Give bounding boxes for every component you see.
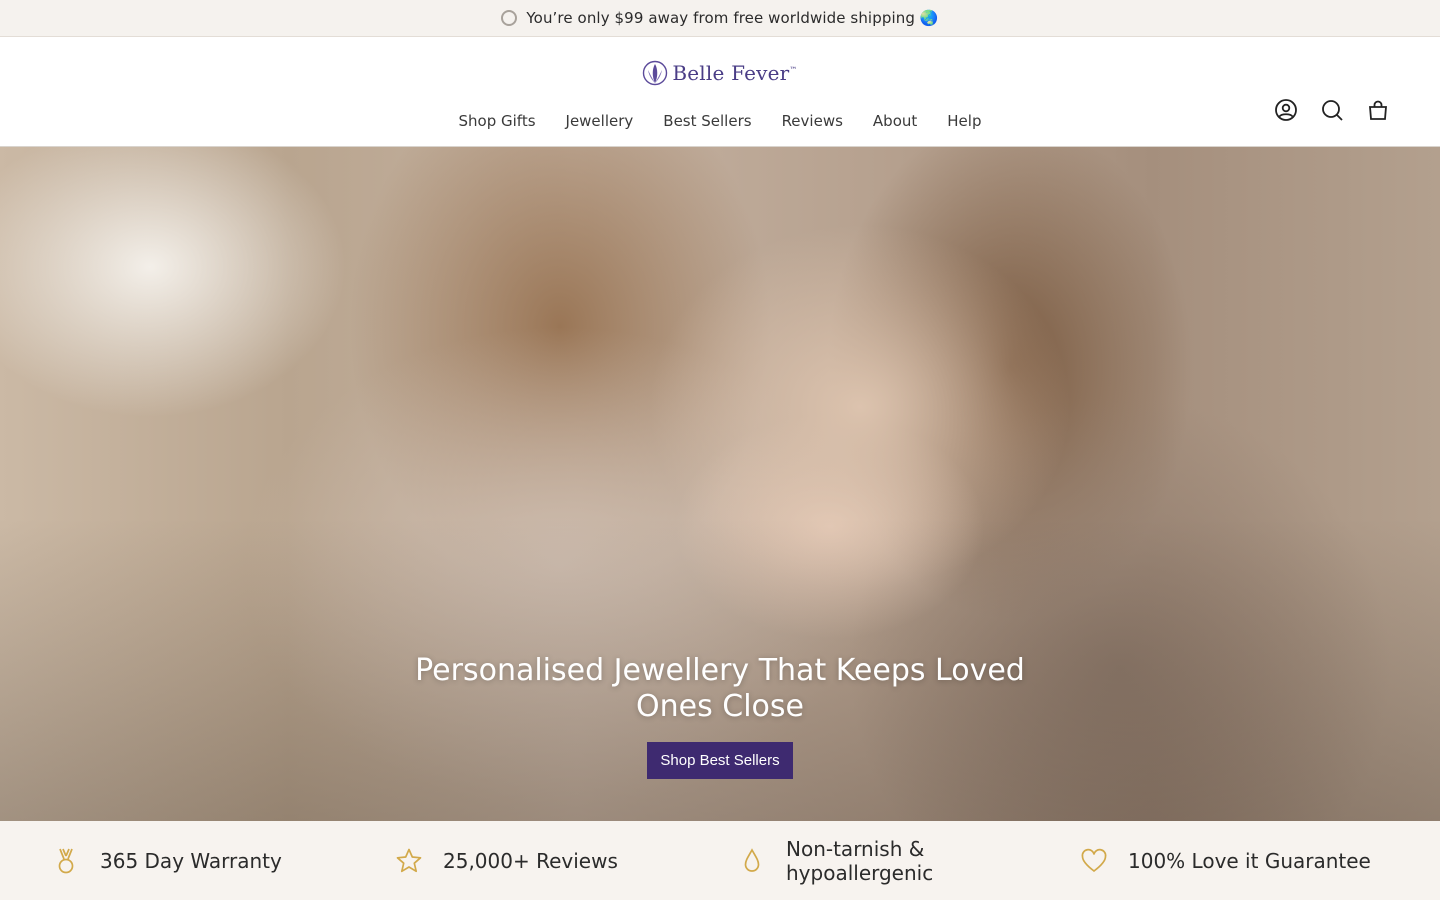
- announcement-bar: You’re only $99 away from free worldwide…: [0, 0, 1440, 37]
- droplet-icon: [744, 847, 760, 872]
- hero-content: Personalised Jewellery That Keeps Loved …: [0, 653, 1440, 779]
- usp-text: 25,000+ Reviews: [443, 848, 618, 873]
- hero-banner: Personalised Jewellery That Keeps Loved …: [0, 147, 1440, 821]
- logo[interactable]: Belle Fever™: [0, 59, 1440, 87]
- usp-text: 100% Love it Guarantee: [1128, 848, 1371, 873]
- usp-text: Non-tarnish & hypoallergenic: [786, 836, 934, 885]
- announcement-text: You’re only $99 away from free worldwide…: [526, 9, 939, 27]
- nav-item-shop-gifts[interactable]: Shop Gifts: [444, 110, 551, 132]
- hero-title: Personalised Jewellery That Keeps Loved …: [415, 653, 1025, 724]
- logo-text: Belle Fever: [672, 61, 790, 85]
- logo-mark-icon: [643, 60, 668, 86]
- shop-best-sellers-button[interactable]: Shop Best Sellers: [647, 742, 793, 779]
- nav-item-help[interactable]: Help: [932, 110, 996, 132]
- progress-ring-icon: [501, 10, 518, 26]
- nav-item-jewellery[interactable]: Jewellery: [551, 110, 649, 132]
- usp-text: 365 Day Warranty: [100, 848, 282, 873]
- star-icon: [396, 848, 422, 872]
- nav-item-reviews[interactable]: Reviews: [767, 110, 858, 132]
- main-nav: Shop Gifts Jewellery Best Sellers Review…: [0, 110, 1440, 132]
- medal-icon: [58, 848, 74, 873]
- usp-bar: 365 Day Warranty 25,000+ Reviews Non-tar…: [0, 821, 1440, 900]
- logo-trademark: ™: [789, 65, 798, 75]
- nav-item-best-sellers[interactable]: Best Sellers: [648, 110, 766, 132]
- usp-item-reviews: 25,000+ Reviews: [360, 847, 720, 875]
- usp-item-warranty: 365 Day Warranty: [0, 847, 360, 875]
- heart-icon: [1081, 848, 1107, 872]
- usp-item-guarantee: 100% Love it Guarantee: [1080, 847, 1440, 875]
- nav-item-about[interactable]: About: [858, 110, 932, 132]
- site-header: Belle Fever™ Shop Gifts Jewellery Best S…: [0, 37, 1440, 147]
- usp-item-hypoallergenic: Non-tarnish & hypoallergenic: [720, 837, 1080, 885]
